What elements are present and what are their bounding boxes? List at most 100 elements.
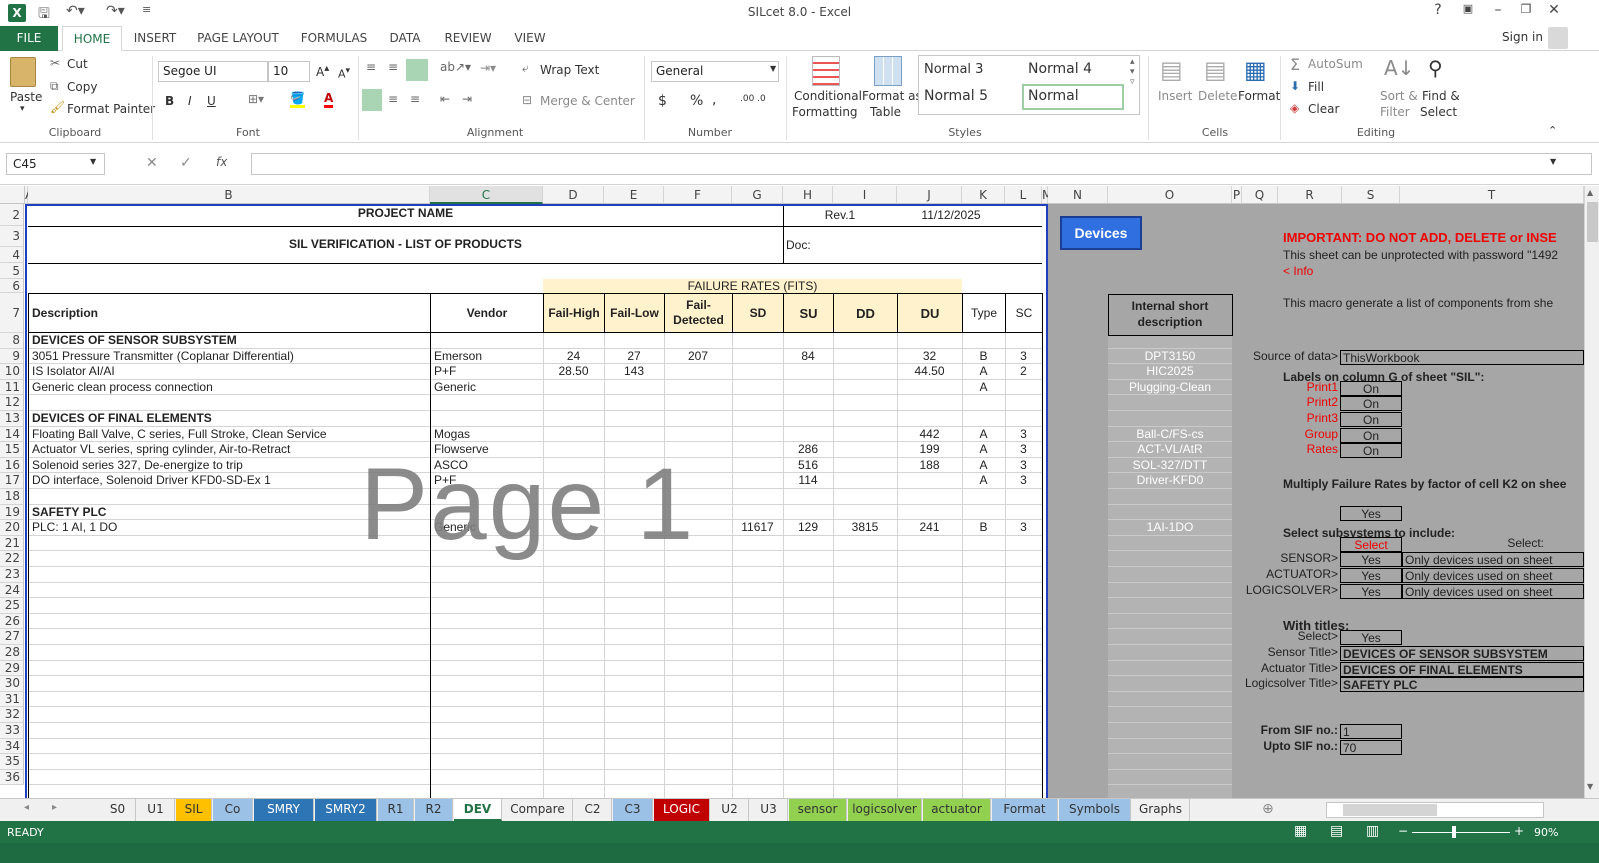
- label-toggle-print1[interactable]: On: [1340, 380, 1402, 396]
- copy-button[interactable]: Copy: [67, 80, 97, 94]
- sheet-tab-co[interactable]: Co: [213, 799, 253, 821]
- label-toggle-rates[interactable]: On: [1340, 443, 1402, 459]
- row-header[interactable]: 17: [0, 473, 24, 489]
- subsystem-toggle[interactable]: Yes: [1340, 552, 1402, 568]
- paste-dropdown-icon[interactable]: ▾: [20, 104, 25, 114]
- collapse-ribbon-icon[interactable]: ⌃: [1548, 124, 1557, 137]
- row-header[interactable]: 7: [0, 293, 24, 333]
- column-header-p[interactable]: P: [1232, 186, 1242, 204]
- insert-function-button[interactable]: fx: [216, 155, 227, 169]
- row-header[interactable]: 10: [0, 364, 24, 380]
- source-value-field[interactable]: ThisWorkbook: [1340, 349, 1584, 365]
- zoom-level[interactable]: 90%: [1534, 826, 1558, 839]
- sheet-tab-c2[interactable]: C2: [574, 799, 612, 821]
- sign-in-link[interactable]: Sign in: [1502, 30, 1543, 44]
- name-box-chevron-icon[interactable]: ▼: [90, 157, 96, 166]
- cell-sc[interactable]: 2: [1005, 364, 1042, 380]
- sheet-tab-smry2[interactable]: SMRY2: [315, 799, 377, 821]
- cell-du[interactable]: 199: [897, 442, 962, 458]
- label-toggle-print3[interactable]: On: [1340, 412, 1402, 427]
- rtl-icon[interactable]: ⇥▾: [480, 61, 496, 75]
- zoom-in-icon[interactable]: +: [1514, 824, 1524, 838]
- tab-review[interactable]: REVIEW: [436, 26, 500, 51]
- merge-center-button[interactable]: Merge & Center: [540, 94, 635, 108]
- row-header[interactable]: 11: [0, 379, 24, 396]
- column-header-g[interactable]: G: [732, 186, 783, 204]
- row-header[interactable]: 20: [0, 520, 24, 536]
- orientation-icon[interactable]: ab↗▾: [440, 60, 471, 74]
- cell-sc[interactable]: 3: [1005, 458, 1042, 474]
- select-all-corner[interactable]: [0, 186, 25, 204]
- title-value-field[interactable]: DEVICES OF FINAL ELEMENTS: [1340, 661, 1584, 677]
- sheet-tab-logicsolver[interactable]: logicsolver: [848, 799, 922, 821]
- cell-dd[interactable]: 3815: [833, 520, 897, 536]
- cell-type[interactable]: A: [962, 427, 1005, 443]
- delete-button[interactable]: Delete: [1198, 89, 1237, 103]
- number-format-dropdown[interactable]: General: [651, 61, 779, 82]
- subsystem-option[interactable]: Only devices used on sheet: [1402, 568, 1584, 583]
- row-header[interactable]: 9: [0, 348, 24, 365]
- row-header[interactable]: 2: [0, 204, 24, 226]
- insert-button[interactable]: Insert: [1158, 89, 1192, 103]
- cell-sc[interactable]: 3: [1005, 473, 1042, 489]
- sort-filter-button[interactable]: Sort &: [1380, 89, 1418, 103]
- sheet-tab-u2[interactable]: U2: [711, 799, 749, 821]
- zoom-slider-thumb[interactable]: [1452, 826, 1456, 838]
- sheet-tab-format[interactable]: Format: [992, 799, 1058, 821]
- cell-desc[interactable]: DEVICES OF FINAL ELEMENTS: [32, 411, 430, 427]
- cell-su[interactable]: 84: [783, 349, 833, 365]
- cell-fh[interactable]: 24: [543, 349, 604, 365]
- tab-page-layout[interactable]: PAGE LAYOUT: [192, 26, 284, 51]
- align-left-icon[interactable]: [362, 89, 382, 111]
- sheet-tab-actuator[interactable]: actuator: [923, 799, 991, 821]
- cell-du[interactable]: 32: [897, 349, 962, 365]
- column-header-f[interactable]: F: [664, 186, 732, 204]
- short-description-cell[interactable]: Ball-C/FS-cs: [1108, 427, 1232, 443]
- row-header[interactable]: 16: [0, 457, 24, 474]
- cell-sc[interactable]: 3: [1005, 349, 1042, 365]
- short-description-cell[interactable]: Plugging-Clean: [1108, 380, 1232, 396]
- tab-home[interactable]: HOME: [62, 26, 122, 51]
- column-header-o[interactable]: O: [1108, 186, 1232, 204]
- wrap-text-button[interactable]: Wrap Text: [540, 63, 599, 77]
- cell-desc[interactable]: DEVICES OF SENSOR SUBSYSTEM: [32, 333, 430, 349]
- find-select-button[interactable]: Find &: [1422, 89, 1460, 103]
- row-header[interactable]: 6: [0, 279, 24, 293]
- column-header-q[interactable]: Q: [1242, 186, 1278, 204]
- column-header-n[interactable]: N: [1048, 186, 1108, 204]
- cell-du[interactable]: 241: [897, 520, 962, 536]
- row-header[interactable]: 28: [0, 645, 24, 661]
- row-header[interactable]: 22: [0, 551, 24, 567]
- new-sheet-icon[interactable]: ⊕: [1262, 801, 1274, 817]
- cell-type[interactable]: B: [962, 520, 1005, 536]
- row-header[interactable]: 35: [0, 754, 24, 770]
- bold-button[interactable]: B: [165, 94, 174, 108]
- paste-icon[interactable]: [10, 57, 36, 87]
- row-header[interactable]: 18: [0, 489, 24, 505]
- sheet-tab-c3[interactable]: C3: [613, 799, 653, 821]
- tab-view[interactable]: VIEW: [508, 26, 552, 51]
- cell-type[interactable]: A: [962, 442, 1005, 458]
- row-header[interactable]: 4: [0, 247, 24, 263]
- horizontal-scrollbar[interactable]: [1326, 802, 1544, 818]
- short-description-cell[interactable]: ACT-VL/AtR: [1108, 442, 1232, 458]
- minimize-icon[interactable]: –: [1484, 2, 1512, 18]
- align-middle-icon[interactable]: ≡: [388, 60, 398, 74]
- page-break-view-icon[interactable]: ▥: [1366, 823, 1379, 839]
- sheet-tab-u1[interactable]: U1: [137, 799, 175, 821]
- borders-icon[interactable]: ⊞▾: [248, 92, 264, 106]
- cell-sd[interactable]: 11617: [732, 520, 783, 536]
- format-painter-button[interactable]: Format Painter: [67, 102, 155, 116]
- cell-su[interactable]: 516: [783, 458, 833, 474]
- row-header[interactable]: 25: [0, 598, 24, 614]
- row-header[interactable]: 24: [0, 582, 24, 599]
- cell-desc[interactable]: 3051 Pressure Transmitter (Coplanar Diff…: [32, 349, 430, 365]
- row-header[interactable]: 31: [0, 691, 24, 708]
- subsystem-option[interactable]: Only devices used on sheet: [1402, 552, 1584, 568]
- info-link[interactable]: < Info: [1283, 264, 1383, 279]
- ribbon-display-icon[interactable]: ▣: [1454, 2, 1482, 15]
- cell-du[interactable]: 188: [897, 458, 962, 474]
- cell-desc[interactable]: Floating Ball Valve, C series, Full Stro…: [32, 427, 430, 443]
- sheet-tab-symbols[interactable]: Symbols: [1059, 799, 1131, 821]
- increase-decimal-button[interactable]: .00 .0: [740, 94, 766, 104]
